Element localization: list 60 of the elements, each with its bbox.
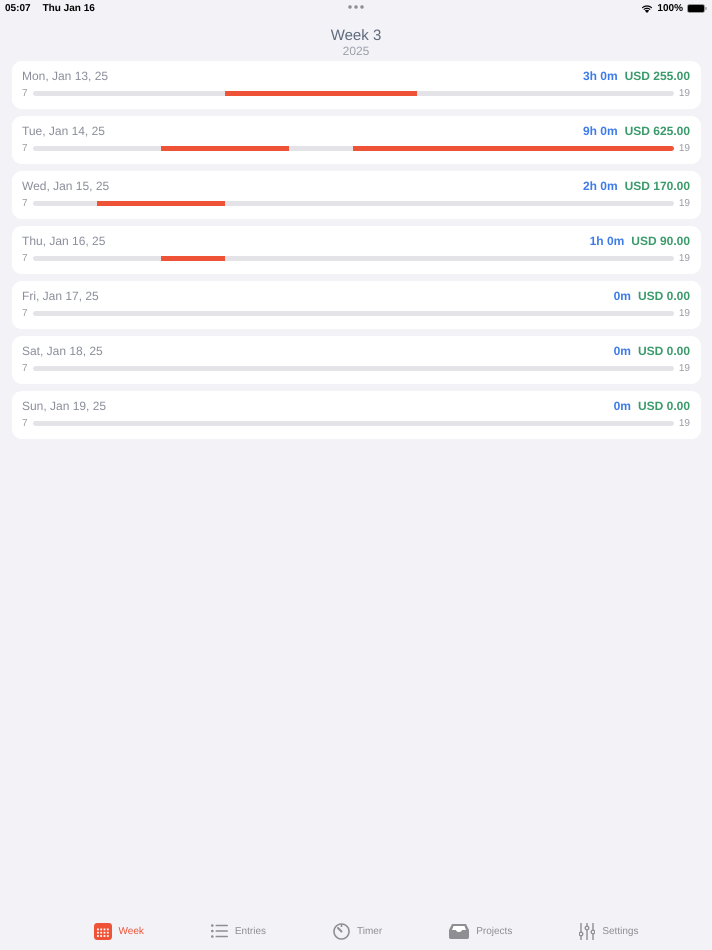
calendar-icon: [94, 922, 112, 940]
day-amount: USD 90.00: [631, 234, 690, 248]
day-amount: USD 625.00: [624, 124, 690, 138]
day-card[interactable]: Sun, Jan 19, 25 0m USD 0.00 7 19: [12, 391, 701, 439]
day-amount: USD 0.00: [638, 289, 690, 303]
day-amount: USD 170.00: [624, 179, 690, 193]
day-date: Fri, Jan 17, 25: [22, 289, 100, 303]
end-hour: 19: [678, 143, 690, 154]
day-card[interactable]: Sat, Jan 18, 25 0m USD 0.00 7 19: [12, 336, 701, 384]
tab-button[interactable]: Settings: [579, 922, 638, 940]
start-hour: 7: [22, 308, 28, 319]
timer-icon: [333, 922, 350, 940]
end-hour: 19: [678, 418, 690, 429]
day-amount: USD 0.00: [638, 344, 690, 358]
year-subtitle: 2025: [342, 44, 370, 58]
day-duration: 0m: [614, 399, 631, 413]
list-icon: [210, 924, 228, 938]
day-card[interactable]: Thu, Jan 16, 25 1h 0m USD 90.00 7 19: [12, 226, 701, 274]
tab-button[interactable]: Week: [94, 922, 144, 940]
end-hour: 19: [678, 308, 690, 319]
day-card[interactable]: Tue, Jan 14, 25 9h 0m USD 625.00 7 19: [12, 116, 701, 164]
day-duration: 1h 0m: [590, 234, 624, 248]
day-date: Thu, Jan 16, 25: [22, 234, 106, 248]
day-duration: 0m: [614, 344, 631, 358]
day-duration: 0m: [614, 289, 631, 303]
start-hour: 7: [22, 418, 28, 429]
day-duration: 3h 0m: [582, 69, 618, 83]
start-hour: 7: [22, 198, 28, 209]
start-hour: 7: [22, 253, 28, 264]
battery-percent: 100%: [657, 2, 683, 14]
week-title: Week 3: [330, 27, 382, 44]
more-dots-icon: [348, 5, 364, 9]
status-time: 05:07: [5, 2, 31, 14]
day-amount: USD 255.00: [624, 69, 690, 83]
day-card[interactable]: Wed, Jan 15, 25 2h 0m USD 170.00 7 19: [12, 171, 701, 219]
day-date: Tue, Jan 14, 25: [22, 124, 106, 138]
status-date: Thu Jan 16: [42, 2, 95, 14]
sliders-icon: [579, 922, 596, 940]
tray-icon: [449, 924, 470, 938]
day-card[interactable]: Fri, Jan 17, 25 0m USD 0.00 7 19: [12, 281, 701, 329]
start-hour: 7: [22, 363, 28, 374]
start-hour: 7: [22, 88, 28, 99]
end-hour: 19: [678, 198, 690, 209]
day-date: Wed, Jan 15, 25: [22, 179, 110, 193]
tab-button[interactable]: Projects: [449, 924, 512, 938]
day-date: Sat, Jan 18, 25: [22, 344, 104, 358]
end-hour: 19: [678, 363, 690, 374]
day-date: Mon, Jan 13, 25: [22, 69, 110, 83]
day-date: Sun, Jan 19, 25: [22, 399, 108, 413]
start-hour: 7: [22, 143, 28, 154]
tab-button[interactable]: Entries: [210, 924, 266, 938]
wifi-icon: [641, 4, 654, 12]
battery-icon: [687, 4, 707, 12]
day-duration: 2h 0m: [582, 179, 618, 193]
day-card[interactable]: Mon, Jan 13, 25 3h 0m USD 255.00 7 19: [12, 61, 701, 109]
day-duration: 9h 0m: [582, 124, 618, 138]
day-amount: USD 0.00: [638, 399, 690, 413]
end-hour: 19: [678, 88, 690, 99]
end-hour: 19: [678, 253, 690, 264]
tab-button[interactable]: Timer: [333, 922, 382, 940]
